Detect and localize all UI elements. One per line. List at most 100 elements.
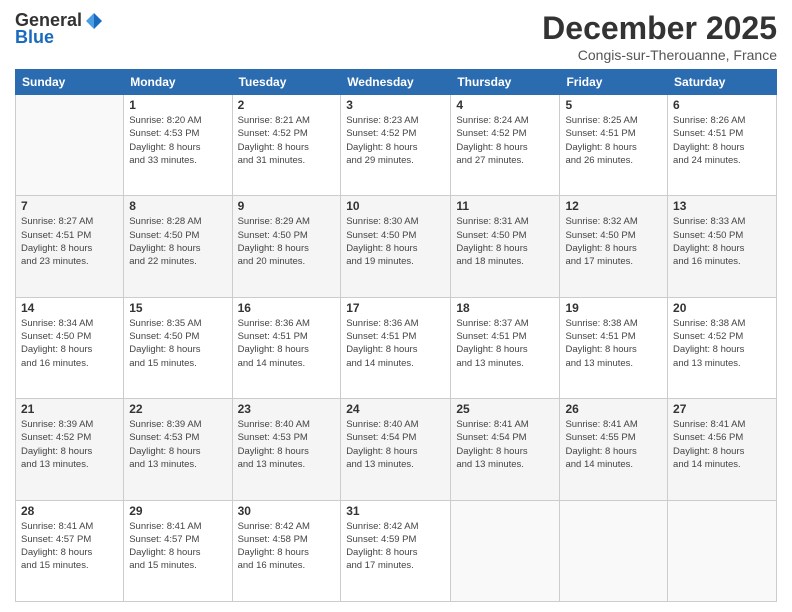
title-section: December 2025 Congis-sur-Therouanne, Fra… xyxy=(542,10,777,63)
day-info: Sunrise: 8:35 AM Sunset: 4:50 PM Dayligh… xyxy=(129,317,226,370)
day-info: Sunrise: 8:41 AM Sunset: 4:54 PM Dayligh… xyxy=(456,418,554,471)
calendar-cell: 5 Sunrise: 8:25 AM Sunset: 4:51 PM Daylig… xyxy=(560,95,668,196)
day-number: 31 xyxy=(346,504,445,518)
day-number: 28 xyxy=(21,504,118,518)
day-info: Sunrise: 8:31 AM Sunset: 4:50 PM Dayligh… xyxy=(456,215,554,268)
day-number: 4 xyxy=(456,98,554,112)
day-info: Sunrise: 8:42 AM Sunset: 4:59 PM Dayligh… xyxy=(346,520,445,573)
calendar-cell: 25 Sunrise: 8:41 AM Sunset: 4:54 PM Dayli… xyxy=(451,399,560,500)
calendar-cell: 13 Sunrise: 8:33 AM Sunset: 4:50 PM Dayli… xyxy=(668,196,777,297)
day-info: Sunrise: 8:34 AM Sunset: 4:50 PM Dayligh… xyxy=(21,317,118,370)
day-info: Sunrise: 8:39 AM Sunset: 4:52 PM Dayligh… xyxy=(21,418,118,471)
calendar-cell: 14Sunrise: 8:34 AM Sunset: 4:50 PM Dayli… xyxy=(16,297,124,398)
day-number: 24 xyxy=(346,402,445,416)
calendar-cell xyxy=(16,95,124,196)
calendar-cell: 1Sunrise: 8:20 AM Sunset: 4:53 PM Daylig… xyxy=(124,95,232,196)
logo-blue: Blue xyxy=(15,27,54,48)
calendar-cell: 7Sunrise: 8:27 AM Sunset: 4:51 PM Daylig… xyxy=(16,196,124,297)
calendar-cell: 27 Sunrise: 8:41 AM Sunset: 4:56 PM Dayli… xyxy=(668,399,777,500)
day-info: Sunrise: 8:36 AM Sunset: 4:51 PM Dayligh… xyxy=(238,317,336,370)
calendar-week-4: 28 Sunrise: 8:41 AM Sunset: 4:57 PM Dayli… xyxy=(16,500,777,601)
day-info: Sunrise: 8:36 AM Sunset: 4:51 PM Dayligh… xyxy=(346,317,445,370)
calendar-week-2: 14Sunrise: 8:34 AM Sunset: 4:50 PM Dayli… xyxy=(16,297,777,398)
calendar-cell: 31 Sunrise: 8:42 AM Sunset: 4:59 PM Dayli… xyxy=(341,500,451,601)
calendar-cell: 30 Sunrise: 8:42 AM Sunset: 4:58 PM Dayli… xyxy=(232,500,341,601)
calendar-cell: 23 Sunrise: 8:40 AM Sunset: 4:53 PM Dayli… xyxy=(232,399,341,500)
calendar-cell: 17 Sunrise: 8:36 AM Sunset: 4:51 PM Dayli… xyxy=(341,297,451,398)
calendar-cell: 15 Sunrise: 8:35 AM Sunset: 4:50 PM Dayli… xyxy=(124,297,232,398)
calendar-cell: 12 Sunrise: 8:32 AM Sunset: 4:50 PM Dayli… xyxy=(560,196,668,297)
day-number: 29 xyxy=(129,504,226,518)
header-tuesday: Tuesday xyxy=(232,70,341,95)
day-info: Sunrise: 8:41 AM Sunset: 4:57 PM Dayligh… xyxy=(21,520,118,573)
day-info: Sunrise: 8:21 AM Sunset: 4:52 PM Dayligh… xyxy=(238,114,336,167)
calendar-cell: 22Sunrise: 8:39 AM Sunset: 4:53 PM Dayli… xyxy=(124,399,232,500)
day-number: 12 xyxy=(565,199,662,213)
calendar-cell: 16Sunrise: 8:36 AM Sunset: 4:51 PM Dayli… xyxy=(232,297,341,398)
day-info: Sunrise: 8:37 AM Sunset: 4:51 PM Dayligh… xyxy=(456,317,554,370)
calendar-cell: 9Sunrise: 8:29 AM Sunset: 4:50 PM Daylig… xyxy=(232,196,341,297)
day-number: 5 xyxy=(565,98,662,112)
day-info: Sunrise: 8:29 AM Sunset: 4:50 PM Dayligh… xyxy=(238,215,336,268)
day-number: 27 xyxy=(673,402,771,416)
day-info: Sunrise: 8:33 AM Sunset: 4:50 PM Dayligh… xyxy=(673,215,771,268)
calendar-cell: 8 Sunrise: 8:28 AM Sunset: 4:50 PM Daylig… xyxy=(124,196,232,297)
day-info: Sunrise: 8:40 AM Sunset: 4:54 PM Dayligh… xyxy=(346,418,445,471)
header: General Blue December 2025 Congis-sur-Th… xyxy=(15,10,777,63)
subtitle: Congis-sur-Therouanne, France xyxy=(542,47,777,63)
header-friday: Friday xyxy=(560,70,668,95)
header-thursday: Thursday xyxy=(451,70,560,95)
header-wednesday: Wednesday xyxy=(341,70,451,95)
page: General Blue December 2025 Congis-sur-Th… xyxy=(0,0,792,612)
day-number: 6 xyxy=(673,98,771,112)
calendar-cell: 19Sunrise: 8:38 AM Sunset: 4:51 PM Dayli… xyxy=(560,297,668,398)
header-monday: Monday xyxy=(124,70,232,95)
day-info: Sunrise: 8:39 AM Sunset: 4:53 PM Dayligh… xyxy=(129,418,226,471)
day-info: Sunrise: 8:30 AM Sunset: 4:50 PM Dayligh… xyxy=(346,215,445,268)
calendar-cell: 2 Sunrise: 8:21 AM Sunset: 4:52 PM Daylig… xyxy=(232,95,341,196)
calendar-cell: 3Sunrise: 8:23 AM Sunset: 4:52 PM Daylig… xyxy=(341,95,451,196)
calendar-week-0: 1Sunrise: 8:20 AM Sunset: 4:53 PM Daylig… xyxy=(16,95,777,196)
header-sunday: Sunday xyxy=(16,70,124,95)
header-saturday: Saturday xyxy=(668,70,777,95)
day-info: Sunrise: 8:25 AM Sunset: 4:51 PM Dayligh… xyxy=(565,114,662,167)
day-number: 17 xyxy=(346,301,445,315)
calendar-cell: 18Sunrise: 8:37 AM Sunset: 4:51 PM Dayli… xyxy=(451,297,560,398)
day-number: 3 xyxy=(346,98,445,112)
day-number: 7 xyxy=(21,199,118,213)
day-info: Sunrise: 8:41 AM Sunset: 4:55 PM Dayligh… xyxy=(565,418,662,471)
calendar-cell xyxy=(668,500,777,601)
calendar-cell: 20Sunrise: 8:38 AM Sunset: 4:52 PM Dayli… xyxy=(668,297,777,398)
calendar-table: Sunday Monday Tuesday Wednesday Thursday… xyxy=(15,69,777,602)
calendar-week-3: 21 Sunrise: 8:39 AM Sunset: 4:52 PM Dayli… xyxy=(16,399,777,500)
day-number: 8 xyxy=(129,199,226,213)
calendar-cell: 11 Sunrise: 8:31 AM Sunset: 4:50 PM Dayli… xyxy=(451,196,560,297)
calendar-cell: 6 Sunrise: 8:26 AM Sunset: 4:51 PM Daylig… xyxy=(668,95,777,196)
day-number: 21 xyxy=(21,402,118,416)
day-number: 26 xyxy=(565,402,662,416)
day-number: 11 xyxy=(456,199,554,213)
day-info: Sunrise: 8:41 AM Sunset: 4:57 PM Dayligh… xyxy=(129,520,226,573)
day-number: 1 xyxy=(129,98,226,112)
day-info: Sunrise: 8:24 AM Sunset: 4:52 PM Dayligh… xyxy=(456,114,554,167)
calendar-body: 1Sunrise: 8:20 AM Sunset: 4:53 PM Daylig… xyxy=(16,95,777,602)
calendar-week-1: 7Sunrise: 8:27 AM Sunset: 4:51 PM Daylig… xyxy=(16,196,777,297)
day-number: 25 xyxy=(456,402,554,416)
day-number: 2 xyxy=(238,98,336,112)
day-number: 15 xyxy=(129,301,226,315)
calendar-cell: 4 Sunrise: 8:24 AM Sunset: 4:52 PM Daylig… xyxy=(451,95,560,196)
day-number: 30 xyxy=(238,504,336,518)
day-info: Sunrise: 8:40 AM Sunset: 4:53 PM Dayligh… xyxy=(238,418,336,471)
day-number: 13 xyxy=(673,199,771,213)
month-title: December 2025 xyxy=(542,10,777,47)
day-info: Sunrise: 8:26 AM Sunset: 4:51 PM Dayligh… xyxy=(673,114,771,167)
day-info: Sunrise: 8:28 AM Sunset: 4:50 PM Dayligh… xyxy=(129,215,226,268)
day-info: Sunrise: 8:41 AM Sunset: 4:56 PM Dayligh… xyxy=(673,418,771,471)
day-number: 10 xyxy=(346,199,445,213)
day-info: Sunrise: 8:32 AM Sunset: 4:50 PM Dayligh… xyxy=(565,215,662,268)
header-row: Sunday Monday Tuesday Wednesday Thursday… xyxy=(16,70,777,95)
day-info: Sunrise: 8:42 AM Sunset: 4:58 PM Dayligh… xyxy=(238,520,336,573)
day-number: 23 xyxy=(238,402,336,416)
calendar-cell xyxy=(451,500,560,601)
day-number: 19 xyxy=(565,301,662,315)
